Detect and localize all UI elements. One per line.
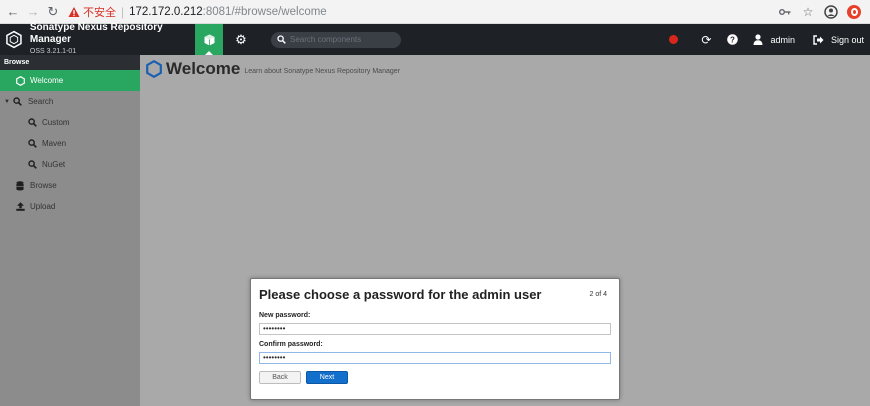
page-subtitle: Learn about Sonatype Nexus Repository Ma… (244, 68, 400, 75)
url-host: 172.172.0.212 (129, 5, 203, 18)
sidebar-item-label: Upload (30, 202, 56, 211)
dialog-title: Please choose a password for the admin u… (259, 287, 542, 302)
search-box[interactable] (271, 31, 401, 48)
insecure-label: 不安全 (83, 6, 116, 19)
sidebar-item-label: Maven (42, 139, 67, 148)
sidebar-item-nuget[interactable]: NuGet (0, 154, 140, 175)
hexagon-icon (15, 75, 25, 86)
browser-toolbar: ← → ↻ 不安全 | 172.172.0.212:8081/#browse/w… (0, 0, 870, 24)
app-title: Sonatype Nexus Repository Manager (29, 22, 163, 45)
back-arrow-icon[interactable]: ← (4, 3, 22, 21)
sidebar-item-label: Welcome (30, 76, 64, 85)
admin-mode-button[interactable]: ⚙ (227, 24, 255, 55)
sidebar-heading: Browse (0, 55, 140, 70)
app-header: Sonatype Nexus Repository Manager OSS 3.… (0, 22, 870, 55)
reload-icon[interactable]: ↻ (44, 3, 62, 21)
upload-icon (15, 202, 25, 211)
confirm-password-label: Confirm password: (259, 341, 323, 348)
svg-text:?: ? (730, 35, 735, 44)
page-header: Welcome Learn about Sonatype Nexus Repos… (146, 59, 400, 79)
account-icon[interactable] (821, 3, 841, 21)
refresh-icon[interactable]: ⟳ (698, 33, 714, 47)
sign-out-label: Sign out (830, 34, 864, 45)
browse-mode-button[interactable] (195, 24, 223, 55)
search-input[interactable] (290, 35, 390, 44)
sidebar-item-welcome[interactable]: Welcome (0, 70, 140, 91)
sidebar-item-browse[interactable]: Browse (0, 175, 140, 196)
sidebar-item-label: NuGet (42, 160, 66, 169)
url-path: :8081/#browse/welcome (202, 5, 327, 18)
warning-icon (68, 6, 80, 17)
cube-icon (204, 34, 214, 45)
setup-wizard-dialog: Please choose a password for the admin u… (250, 278, 620, 400)
sidebar-item-label: Search (27, 97, 54, 106)
nexus-hexagon-icon (146, 60, 162, 78)
search-icon (277, 35, 286, 44)
address-bar[interactable]: 不安全 | 172.172.0.212:8081/#browse/welcome (68, 2, 772, 22)
forward-arrow-icon[interactable]: → (24, 3, 42, 21)
help-icon[interactable]: ? (724, 34, 740, 45)
brand[interactable]: Sonatype Nexus Repository Manager OSS 3.… (0, 22, 195, 55)
star-icon[interactable]: ☆ (798, 3, 818, 21)
sidebar: Browse Welcome ▼ Search Custom Maven NuG… (0, 55, 140, 406)
caret-down-icon[interactable]: ▼ (4, 99, 10, 105)
back-button[interactable]: Back (259, 371, 301, 384)
sidebar-item-upload[interactable]: Upload (0, 196, 140, 217)
sidebar-item-label: Custom (42, 118, 70, 127)
database-icon (15, 180, 25, 191)
username-label: admin (770, 34, 795, 45)
search-icon (27, 139, 37, 148)
new-password-field[interactable]: •••••••• (259, 323, 611, 335)
nexus-logo-icon (6, 30, 22, 49)
sign-out-button[interactable]: Sign out (811, 35, 864, 45)
user-menu[interactable]: admin (750, 34, 795, 45)
confirm-password-field[interactable]: •••••••• (259, 352, 611, 364)
step-indicator: 2 of 4 (589, 291, 607, 298)
new-password-label: New password: (259, 312, 311, 319)
key-icon[interactable] (775, 3, 795, 21)
page-title: Welcome (166, 59, 241, 78)
search-icon (27, 160, 37, 169)
opera-icon[interactable] (844, 3, 864, 21)
sidebar-item-custom[interactable]: Custom (0, 112, 140, 133)
user-icon (750, 34, 766, 45)
search-icon (27, 118, 37, 127)
gear-icon: ⚙ (235, 31, 247, 47)
next-button[interactable]: Next (306, 371, 348, 384)
alert-icon[interactable] (669, 35, 679, 44)
sidebar-item-label: Browse (30, 181, 57, 190)
sidebar-item-maven[interactable]: Maven (0, 133, 140, 154)
sign-out-icon (811, 34, 827, 45)
search-icon (13, 97, 23, 106)
sidebar-item-search[interactable]: ▼ Search (0, 91, 140, 112)
url-separator: | (121, 4, 125, 19)
